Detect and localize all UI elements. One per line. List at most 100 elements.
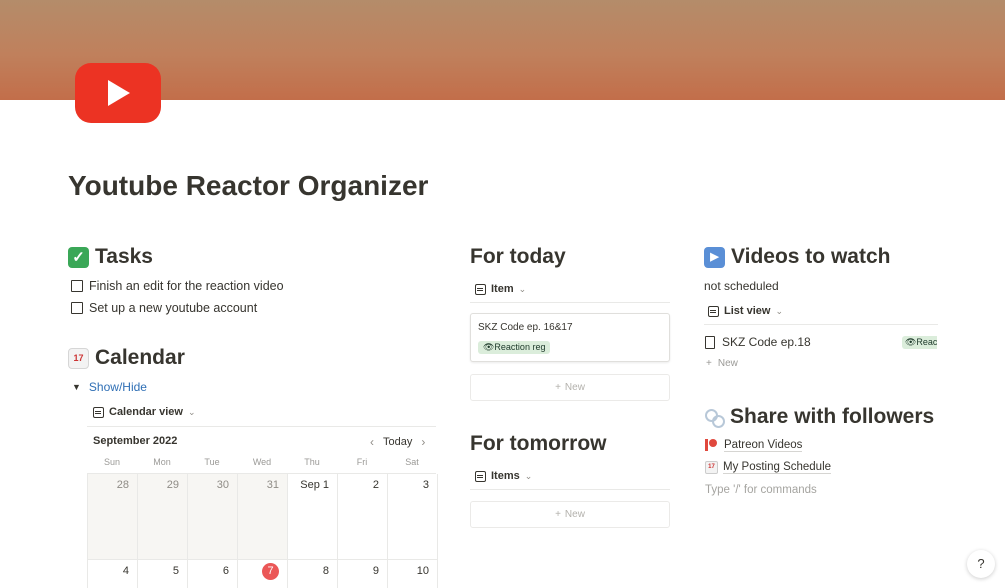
new-item-button[interactable]: + New bbox=[470, 501, 670, 528]
divider bbox=[470, 302, 670, 303]
calendar-day-number: 5 bbox=[172, 565, 179, 577]
weekday-label: Fri bbox=[356, 457, 368, 467]
todo-checkbox[interactable] bbox=[71, 302, 83, 314]
calendar-day-cell[interactable]: 8 bbox=[288, 560, 338, 588]
calendar-nav: ‹ Today › bbox=[370, 435, 425, 449]
today-button[interactable]: Today bbox=[383, 436, 412, 448]
calendar-day-cell[interactable]: 9 bbox=[338, 560, 388, 588]
divider bbox=[470, 489, 670, 490]
divider bbox=[704, 324, 938, 325]
calendar-view-label: Calendar view bbox=[109, 406, 183, 418]
new-label: New bbox=[564, 382, 585, 393]
calendar-day-cell[interactable]: 30 bbox=[188, 474, 238, 560]
new-label: New bbox=[564, 509, 585, 520]
patreon-link[interactable]: Patreon Videos bbox=[705, 438, 803, 452]
page-icon bbox=[705, 335, 715, 349]
chevron-down-icon: ⌄ bbox=[524, 470, 533, 481]
calendar-day-cell[interactable]: 28 bbox=[88, 474, 138, 560]
todo-item[interactable]: Set up a new youtube account bbox=[71, 301, 257, 315]
calendar-day-number: 31 bbox=[266, 479, 279, 491]
calendar-day-cell[interactable]: 10 bbox=[388, 560, 438, 588]
todo-label: Set up a new youtube account bbox=[89, 301, 258, 315]
calendar-day-cell[interactable]: Sep 1 bbox=[288, 474, 338, 560]
calendar-day-number: 8 bbox=[322, 565, 329, 577]
plus-icon: + bbox=[706, 358, 712, 369]
calendar-heading: 17 Calendar bbox=[68, 346, 185, 370]
posting-schedule-link[interactable]: 17 My Posting Schedule bbox=[705, 461, 832, 474]
calendar-day-cell[interactable]: 6 bbox=[188, 560, 238, 588]
list-item[interactable]: SKZ Code ep.18 bbox=[705, 335, 811, 349]
chevron-left-icon[interactable]: ‹ bbox=[370, 435, 374, 449]
link-label[interactable]: Patreon Videos bbox=[724, 439, 803, 452]
todo-checkbox[interactable] bbox=[71, 280, 83, 292]
for-tomorrow-heading: For tomorrow bbox=[470, 432, 607, 455]
weekday-label: Wed bbox=[252, 457, 272, 467]
weekday-label: Mon bbox=[153, 457, 171, 467]
command-placeholder[interactable]: Type '/' for commands bbox=[705, 484, 817, 496]
list-view-tab[interactable]: List view ⌄ bbox=[708, 305, 783, 317]
card-title: SKZ Code ep. 16&17 bbox=[478, 322, 573, 333]
chevron-right-icon[interactable]: › bbox=[421, 435, 425, 449]
weekday-label: Thu bbox=[304, 457, 320, 467]
help-button[interactable]: ? bbox=[967, 550, 995, 578]
today-marker: 7 bbox=[262, 563, 279, 580]
list-view-label: List view bbox=[724, 305, 771, 317]
toggle-triangle-icon[interactable]: ▼ bbox=[72, 382, 81, 392]
tasks-heading: ✓ Tasks bbox=[68, 245, 153, 269]
calendar-day-cell[interactable]: 31 bbox=[238, 474, 288, 560]
list-item-tag: 👁Reac bbox=[902, 336, 937, 349]
videos-heading-text: Videos to watch bbox=[731, 245, 891, 268]
todo-item[interactable]: Finish an edit for the reaction video bbox=[71, 279, 284, 293]
calendar-day-number: 30 bbox=[216, 479, 229, 491]
share-heading-text: Share with followers bbox=[730, 405, 935, 428]
table-view-icon bbox=[475, 470, 486, 482]
for-tomorrow-view-tab[interactable]: Items ⌄ bbox=[475, 470, 532, 482]
new-label: New bbox=[717, 358, 738, 369]
play-button-icon: ▶ bbox=[704, 246, 725, 268]
for-today-view-tab[interactable]: Item ⌄ bbox=[475, 283, 526, 295]
calendar-month: September 2022 bbox=[93, 435, 178, 447]
new-item-button[interactable]: + New bbox=[470, 374, 670, 401]
youtube-logo-icon bbox=[75, 63, 161, 123]
plus-icon: + bbox=[555, 382, 561, 393]
show-hide-toggle[interactable]: ▼ Show/Hide bbox=[72, 380, 147, 394]
new-item-button[interactable]: + New bbox=[706, 358, 738, 369]
calendar-day-number: 4 bbox=[122, 565, 129, 577]
videos-heading: ▶ Videos to watch bbox=[704, 245, 890, 269]
calendar-day-number: Sep 1 bbox=[300, 479, 329, 491]
calendar-day-cell[interactable]: 3 bbox=[388, 474, 438, 560]
calendar-heading-text: Calendar bbox=[95, 346, 185, 369]
calendar-day-number: 2 bbox=[372, 479, 379, 491]
for-today-view-label: Item bbox=[491, 283, 514, 295]
calendar-day-cell[interactable]: 29 bbox=[138, 474, 188, 560]
calendar-day-cell[interactable]: 5 bbox=[138, 560, 188, 588]
page-title: Youtube Reactor Organizer bbox=[68, 170, 429, 201]
table-view-icon bbox=[475, 283, 486, 295]
toggle-label[interactable]: Show/Hide bbox=[89, 380, 147, 394]
board-card[interactable]: SKZ Code ep. 16&17 👁Reaction reg bbox=[470, 313, 670, 362]
tasks-heading-text: Tasks bbox=[95, 245, 153, 268]
check-mark-icon: ✓ bbox=[68, 246, 89, 268]
list-view-icon bbox=[708, 305, 719, 317]
calendar-day-number: 10 bbox=[416, 565, 429, 577]
calendar-day-cell[interactable]: 7 bbox=[238, 560, 288, 588]
link-label[interactable]: My Posting Schedule bbox=[723, 461, 832, 474]
weekday-label: Tue bbox=[204, 457, 220, 467]
calendar-day-number: 6 bbox=[222, 565, 229, 577]
videos-subtitle: not scheduled bbox=[704, 279, 779, 293]
calendar-day-cell[interactable]: 4 bbox=[88, 560, 138, 588]
calendar-view-tab[interactable]: Calendar view ⌄ bbox=[93, 406, 196, 418]
card-tag: 👁Reaction reg bbox=[478, 341, 551, 354]
calendar-day-number: 9 bbox=[372, 565, 379, 577]
calendar-day-cell[interactable]: 2 bbox=[338, 474, 388, 560]
calendar-view-icon bbox=[93, 406, 104, 418]
divider bbox=[87, 426, 436, 427]
weekday-label: Sun bbox=[103, 457, 120, 467]
patreon-icon bbox=[705, 438, 719, 452]
chevron-down-icon: ⌄ bbox=[775, 305, 784, 316]
chevron-down-icon: ⌄ bbox=[518, 283, 527, 294]
for-today-heading: For today bbox=[470, 245, 566, 268]
weekday-label: Sat bbox=[405, 457, 419, 467]
list-item-title: SKZ Code ep.18 bbox=[722, 335, 811, 349]
calendar-grid: 28 29 30 31 Sep 1 2 3 4 5 6 7 8 9 10 bbox=[87, 473, 438, 588]
